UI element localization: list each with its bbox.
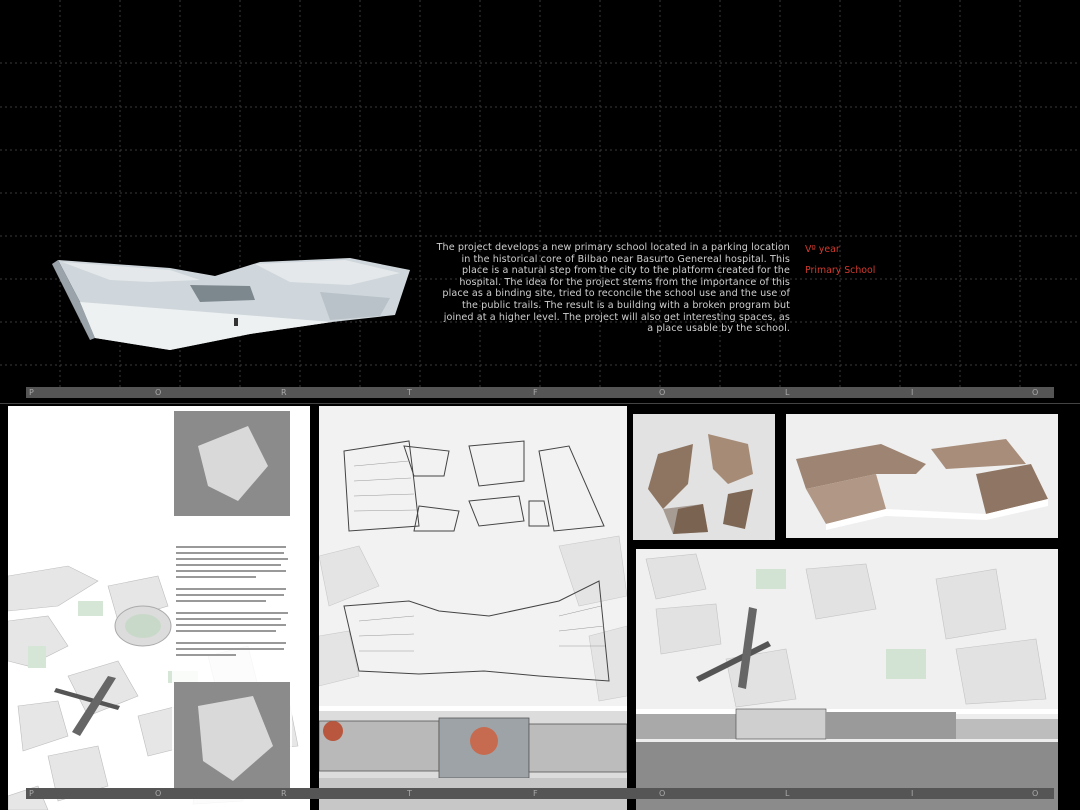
floor-plan-drawing	[319, 406, 627, 810]
portfolio-letter: O	[659, 789, 666, 798]
portfolio-letter: O	[155, 789, 162, 798]
sheet-site-plan	[8, 406, 310, 810]
portfolio-strip-bottom: P O R T F O L I O	[26, 788, 1054, 799]
model-photo-1	[633, 414, 775, 540]
sheet-floor-plans	[319, 406, 627, 810]
portfolio-letter: O	[1032, 789, 1039, 798]
portfolio-letter: O	[659, 388, 666, 397]
portfolio-letter: F	[533, 388, 538, 397]
divider	[0, 403, 1080, 404]
model-photo-2	[786, 414, 1058, 538]
portfolio-letter: L	[785, 789, 790, 798]
portfolio-letter: P	[29, 388, 34, 397]
project-type-label: Primary School	[805, 265, 876, 276]
portfolio-letter: T	[407, 388, 412, 397]
portfolio-letter: I	[911, 388, 914, 397]
portfolio-strip-top: P O R T F O L I O	[26, 387, 1054, 398]
site-section-drawing	[636, 549, 1058, 810]
portfolio-letter: T	[407, 789, 412, 798]
project-description: The project develops a new primary schoo…	[436, 242, 790, 335]
portfolio-letter: O	[1032, 388, 1039, 397]
portfolio-letter: O	[155, 388, 162, 397]
sheet-site-section	[636, 549, 1058, 810]
portfolio-letter: R	[281, 388, 287, 397]
year-label: Vº year	[805, 244, 840, 255]
site-map-drawing	[8, 406, 299, 810]
portfolio-letter: L	[785, 388, 790, 397]
portfolio-letter: I	[911, 789, 914, 798]
portfolio-letter: P	[29, 789, 34, 798]
portfolio-letter: R	[281, 789, 287, 798]
portfolio-letter: F	[533, 789, 538, 798]
hero-model-render	[52, 258, 410, 350]
